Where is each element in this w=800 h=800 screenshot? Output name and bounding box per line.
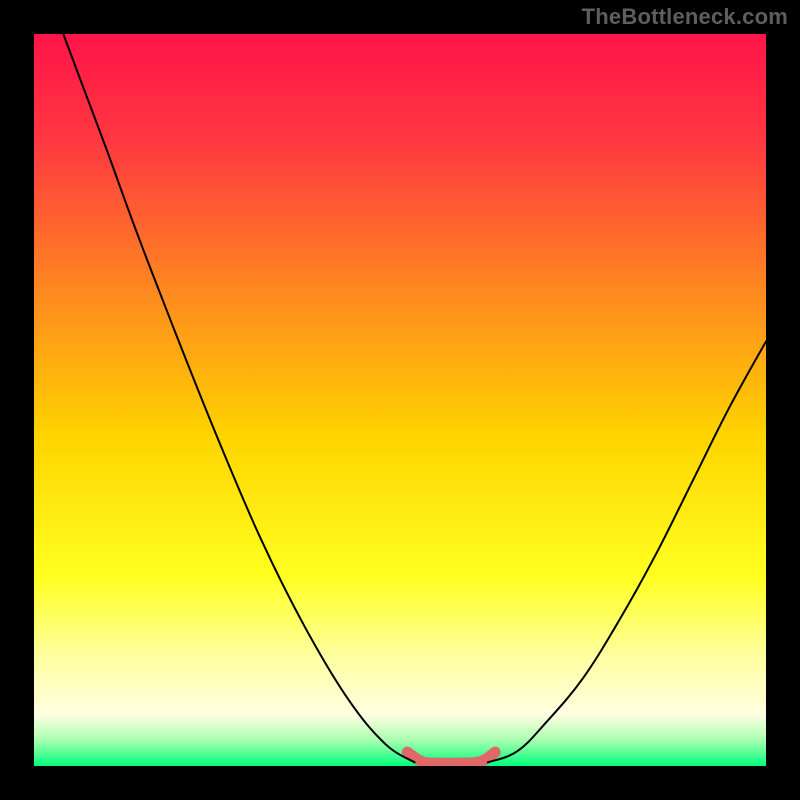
curves-layer [34,34,766,766]
attribution-text: TheBottleneck.com [582,4,788,30]
right-curve-path [488,341,766,762]
left-curve-path [63,34,414,762]
plot-area [34,34,766,766]
chart-frame: TheBottleneck.com [0,0,800,800]
bottom-highlight-path [407,752,495,763]
